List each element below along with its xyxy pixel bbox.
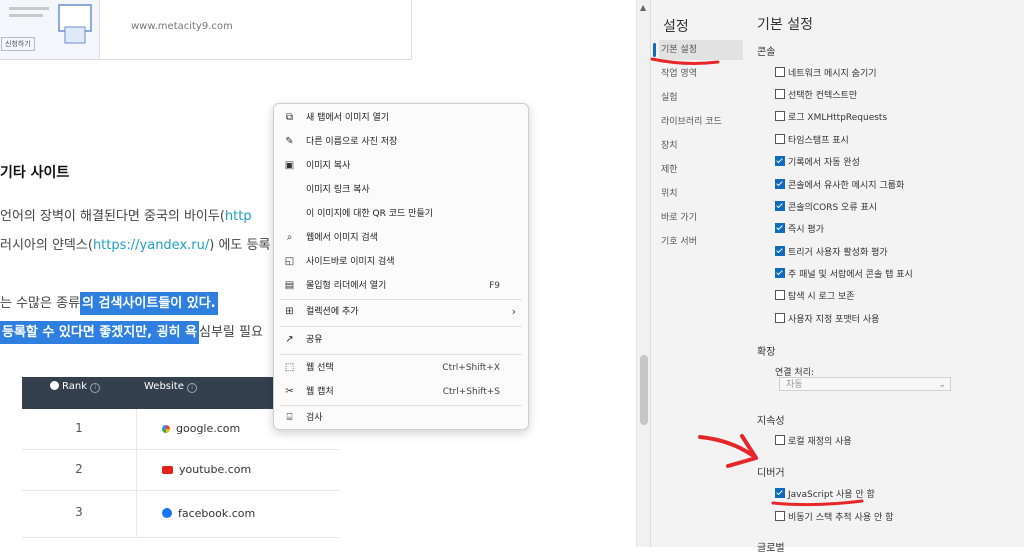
- red-annotations: [650, 57, 864, 507]
- underline-disable-javascript: [771, 499, 864, 507]
- underline-preferences: [650, 57, 720, 65]
